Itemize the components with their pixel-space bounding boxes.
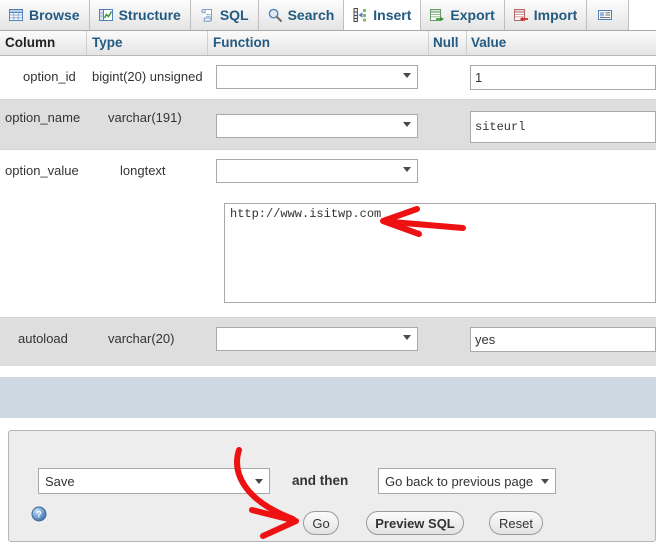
tab-export-label: Export: [450, 7, 495, 23]
column-header-function[interactable]: Function: [213, 35, 270, 50]
row-column-type: longtext: [120, 163, 166, 178]
table-row: option_value longtext: [0, 150, 656, 318]
magnifier-icon: [267, 7, 283, 23]
tab-insert[interactable]: Insert: [344, 0, 422, 30]
tab-structure-label: Structure: [118, 7, 181, 23]
field-table-footer: [0, 377, 656, 419]
row-column-type: varchar(20): [108, 331, 175, 346]
row-column-name: option_id: [23, 69, 76, 84]
tab-sql-label: SQL: [219, 7, 249, 23]
table-tab-bar: Browse Structure SQL Search Insert Expor…: [0, 0, 656, 31]
function-select-wrapper[interactable]: [216, 65, 418, 89]
go-button[interactable]: Go: [303, 511, 339, 535]
function-select-wrapper[interactable]: [216, 327, 418, 351]
table-row: option_id bigint(20) unsigned: [0, 56, 656, 100]
tab-import[interactable]: Import: [504, 0, 588, 30]
save-mode-select-label: Save: [45, 473, 75, 489]
header-separator: [428, 31, 429, 55]
help-question-icon[interactable]: ?: [31, 506, 47, 522]
function-select[interactable]: [216, 159, 418, 183]
column-header-type[interactable]: Type: [92, 35, 123, 50]
function-select[interactable]: [216, 114, 418, 138]
row-column-name: option_value: [5, 163, 79, 178]
value-input[interactable]: [470, 327, 656, 352]
value-input[interactable]: [470, 111, 656, 143]
structure-chart-icon: [98, 7, 114, 23]
value-input[interactable]: [470, 65, 656, 90]
row-column-name: option_name: [5, 110, 81, 125]
column-header-value[interactable]: Value: [471, 35, 506, 50]
tab-browse-label: Browse: [29, 7, 80, 23]
function-select-wrapper[interactable]: [216, 159, 418, 183]
privileges-icon: [597, 7, 613, 23]
export-arrow-icon: [429, 7, 445, 23]
row-column-name: autoload: [18, 331, 68, 346]
chevron-down-icon: [255, 478, 263, 484]
after-insert-select-label: Go back to previous page: [385, 473, 534, 489]
tab-browse[interactable]: Browse: [0, 0, 90, 30]
row-column-type: varchar(191): [108, 110, 182, 125]
function-select[interactable]: [216, 327, 418, 351]
table-row: autoload varchar(20): [0, 318, 656, 366]
value-textarea[interactable]: [224, 203, 656, 303]
tab-search-label: Search: [287, 7, 335, 23]
browse-table-icon: [8, 7, 24, 23]
tab-sql[interactable]: SQL: [190, 0, 259, 30]
insert-row-icon: [352, 7, 368, 23]
tab-privileges[interactable]: [587, 0, 630, 30]
function-select[interactable]: [216, 65, 418, 89]
svg-text:?: ?: [36, 510, 42, 520]
save-mode-select[interactable]: Save: [38, 468, 270, 494]
preview-sql-button[interactable]: Preview SQL: [366, 511, 464, 535]
tab-export[interactable]: Export: [421, 0, 505, 30]
function-select-wrapper[interactable]: [216, 114, 418, 138]
field-table-header-row: Column Type Function Null Value: [0, 31, 656, 56]
import-arrow-icon: [513, 7, 529, 23]
sql-scroll-icon: [199, 7, 215, 23]
tab-search[interactable]: Search: [258, 0, 345, 30]
header-separator: [86, 31, 87, 55]
tab-insert-label: Insert: [373, 7, 412, 23]
table-row: option_name varchar(191): [0, 100, 656, 150]
insert-field-table: Column Type Function Null Value option_i…: [0, 31, 656, 366]
column-header-null[interactable]: Null: [433, 35, 459, 50]
tab-import-label: Import: [533, 7, 578, 23]
header-separator: [207, 31, 208, 55]
row-column-type: bigint(20) unsigned: [92, 69, 203, 84]
header-separator: [466, 31, 467, 55]
reset-button[interactable]: Reset: [489, 511, 543, 535]
and-then-label: and then: [292, 473, 349, 488]
tab-structure[interactable]: Structure: [89, 0, 191, 30]
chevron-down-icon: [541, 478, 549, 484]
column-header-column: Column: [5, 35, 56, 50]
after-insert-select[interactable]: Go back to previous page: [378, 468, 556, 494]
